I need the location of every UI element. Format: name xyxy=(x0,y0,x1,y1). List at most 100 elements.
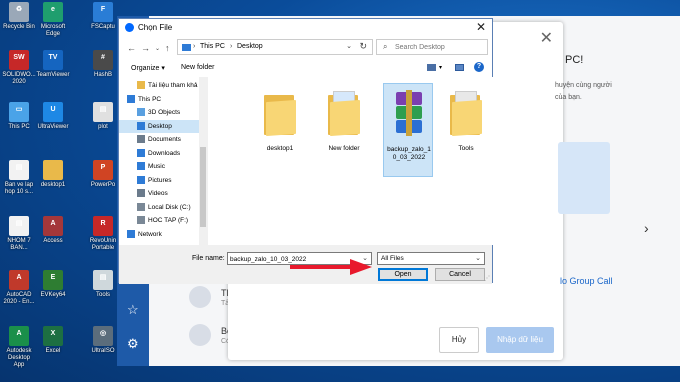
scrollbar[interactable] xyxy=(199,77,207,245)
organize-button[interactable]: Organize ▾ xyxy=(131,64,165,72)
app-icon: R xyxy=(93,216,113,236)
cancel-button[interactable]: Cancel xyxy=(435,268,485,281)
file-name-label: desktop1 xyxy=(266,145,294,152)
desktop-shortcut[interactable]: ♻ Recycle Bin xyxy=(2,2,36,31)
disk-icon xyxy=(137,216,145,224)
refresh-icon[interactable]: ↻ xyxy=(359,41,367,52)
settings-icon[interactable]: ⚙ xyxy=(127,336,139,352)
desktop-shortcut[interactable]: e Microsoft Edge xyxy=(36,2,70,38)
desktop-shortcut[interactable]: # HashB xyxy=(86,50,120,79)
desktop-shortcut[interactable]: ▤ plot xyxy=(86,102,120,131)
view-options-icon[interactable] xyxy=(427,64,436,71)
shortcut-label: Access xyxy=(43,238,63,244)
search-box[interactable]: ⌕ xyxy=(376,39,488,55)
desktop-shortcut[interactable]: desktop1 xyxy=(36,160,70,189)
nav-item[interactable]: Videos xyxy=(119,187,207,200)
docs-icon xyxy=(137,135,145,143)
search-input[interactable] xyxy=(395,42,483,52)
nav-item[interactable]: Tài liệu tham khả xyxy=(119,79,207,92)
breadcrumb-this-pc[interactable]: This PC xyxy=(200,43,225,50)
nav-item[interactable]: Desktop xyxy=(119,119,207,133)
desktop-icon xyxy=(137,121,145,130)
nav-item[interactable]: This PC xyxy=(119,93,207,106)
address-bar[interactable]: › This PC › Desktop ⌄ ↻ xyxy=(177,39,373,55)
nav-item[interactable]: 3D Objects xyxy=(119,106,207,119)
forward-arrow-icon[interactable]: → xyxy=(141,43,150,53)
file-item[interactable]: desktop1 xyxy=(255,83,305,163)
desktop-shortcut[interactable]: P PowerPo xyxy=(86,160,120,189)
net-icon xyxy=(127,229,135,238)
desktop-shortcut[interactable]: A Autodesk Desktop App xyxy=(2,326,36,369)
file-item[interactable]: backup_zalo_10_03_2022 xyxy=(383,83,433,177)
next-arrow-icon[interactable]: › xyxy=(644,220,649,236)
nav-item[interactable]: Pictures xyxy=(119,174,207,187)
nav-item[interactable]: Downloads xyxy=(119,147,207,160)
folder-icon xyxy=(328,91,360,137)
down-icon xyxy=(137,148,145,157)
desktop-shortcut[interactable]: ▤ Tools xyxy=(86,270,120,299)
app-icon: ▭ xyxy=(9,102,29,122)
pc-icon xyxy=(182,44,191,51)
desktop-shortcut[interactable]: ▤ NHOM 7 BAN... xyxy=(2,216,36,252)
import-data-button[interactable]: Nhập dữ liệu xyxy=(486,327,554,353)
file-type-select[interactable]: All Files ⌄ xyxy=(377,252,485,265)
folder-icon xyxy=(450,91,482,137)
videos-icon xyxy=(137,189,145,197)
desktop-shortcut[interactable]: A AutoCAD 2020 - En... xyxy=(2,270,36,306)
shortcut-label: Recycle Bin xyxy=(3,24,35,30)
nav-item-label: Local Disk (C:) xyxy=(148,203,191,211)
close-icon[interactable]: ✕ xyxy=(540,28,553,48)
scrollbar-thumb[interactable] xyxy=(200,147,206,227)
desktop-shortcut[interactable]: A Access xyxy=(36,216,70,245)
file-name-label: Tools xyxy=(458,145,474,152)
pics-icon xyxy=(137,175,145,184)
desktop-shortcut[interactable]: ▤ Ban ve lap hop 10 s... xyxy=(2,160,36,196)
cancel-import-button[interactable]: Hủy xyxy=(439,327,479,353)
close-icon[interactable]: ✕ xyxy=(476,20,486,34)
shortcut-label: plot xyxy=(98,124,108,130)
breadcrumb-desktop[interactable]: Desktop xyxy=(237,43,263,50)
desktop-shortcut[interactable]: X Excel xyxy=(36,326,70,355)
resize-grip-icon[interactable]: ⋰ xyxy=(484,275,490,282)
preview-pane-icon[interactable] xyxy=(455,64,464,71)
chevron-down-icon[interactable]: ⌄ xyxy=(346,42,352,50)
nav-item[interactable]: Local Disk (C:) xyxy=(119,201,207,214)
open-button[interactable]: Open xyxy=(378,268,428,281)
back-arrow-icon[interactable]: ← xyxy=(127,43,136,53)
file-item[interactable]: New folder xyxy=(319,83,369,163)
recent-dropdown-icon[interactable]: ⌄ xyxy=(155,45,160,52)
up-arrow-icon[interactable]: ↑ xyxy=(165,43,170,53)
nav-item[interactable]: Network xyxy=(119,228,207,241)
nav-item[interactable]: HOC TAP (F:) xyxy=(119,214,207,227)
desktop-shortcut[interactable]: E EVKey64 xyxy=(36,270,70,299)
desktop-shortcut[interactable]: F FSCaptu xyxy=(86,2,120,31)
chevron-down-icon[interactable]: ▾ xyxy=(439,64,442,71)
desktop-shortcut[interactable]: TV TeamViewer xyxy=(36,50,70,79)
nav-item[interactable]: Documents xyxy=(119,133,207,146)
nav-item[interactable]: Music xyxy=(119,160,207,173)
file-list: desktop1 New folder backup_zalo_10_03_2022… xyxy=(208,77,493,245)
nav-item-label: This PC xyxy=(138,95,162,103)
desktop-shortcut[interactable]: R RevoUnin Portable xyxy=(86,216,120,252)
help-icon[interactable]: ? xyxy=(474,62,484,72)
desktop-shortcut[interactable]: ▭ This PC xyxy=(2,102,36,131)
desktop-shortcut[interactable]: SW SOLIDWO... 2020 xyxy=(2,50,36,86)
star-icon[interactable]: ☆ xyxy=(127,302,139,318)
shortcut-label: Excel xyxy=(45,348,61,354)
app-icon: ▤ xyxy=(9,216,29,236)
chevron-down-icon[interactable]: ⌄ xyxy=(475,254,481,262)
app-icon: e xyxy=(43,2,63,22)
new-folder-button[interactable]: New folder xyxy=(181,64,214,71)
desktop-shortcut[interactable]: U UltraViewer xyxy=(36,102,70,131)
red-arrow-annotation xyxy=(290,259,372,275)
breadcrumb-sep: › xyxy=(193,43,196,50)
desktop-shortcut[interactable]: ◎ UltraISO xyxy=(86,326,120,355)
shortcut-label: HashB xyxy=(93,72,112,78)
shortcut-label: SOLIDWO... 2020 xyxy=(2,72,36,85)
nav-item-label: Music xyxy=(148,163,165,170)
file-item[interactable]: Tools xyxy=(441,83,491,163)
app-icon: ▤ xyxy=(9,160,29,180)
app-icon: E xyxy=(43,270,63,290)
app-icon: U xyxy=(43,102,63,122)
shortcut-label: TeamViewer xyxy=(36,72,70,78)
